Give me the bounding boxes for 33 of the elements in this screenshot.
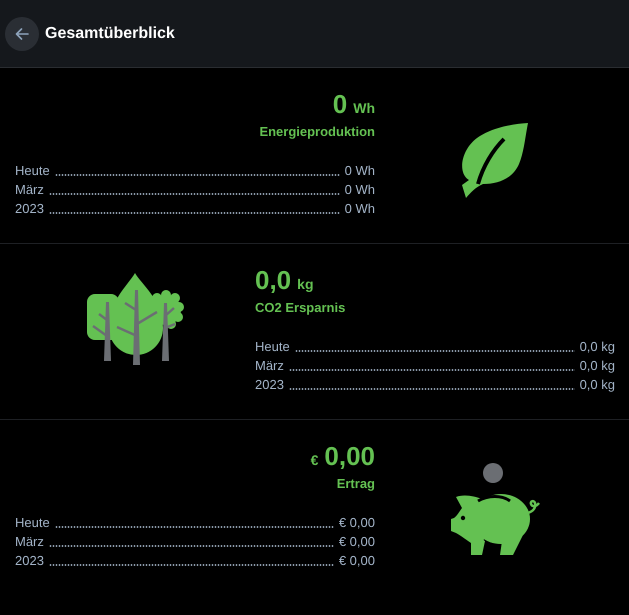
headline-unit: kg	[297, 275, 314, 294]
metric-label: Energieproduktion	[259, 123, 375, 141]
back-arrow-icon	[15, 28, 29, 40]
period-value: 0 Wh	[344, 162, 375, 180]
period-value: 0,0 kg	[580, 357, 615, 375]
period-label: Heute	[15, 514, 50, 532]
leaf-icon	[461, 122, 529, 199]
metric-label: CO2 Ersparnis	[255, 299, 346, 317]
period-value: € 0,00	[338, 533, 375, 551]
headline-value: 0,0	[255, 264, 292, 296]
headline-value: 0	[332, 88, 348, 120]
metric-label: Ertrag	[336, 475, 375, 493]
period-label: März	[255, 357, 284, 375]
headline-value: 0,00	[324, 440, 375, 472]
trees-icon	[86, 272, 184, 366]
period-label: 2023	[15, 200, 44, 218]
period-value: € 0,00	[338, 552, 375, 570]
period-value: 0,0 kg	[580, 376, 615, 394]
period-label: Heute	[15, 162, 50, 180]
headline-unit: Wh	[353, 99, 375, 118]
period-label: Heute	[255, 338, 290, 356]
page-title: Gesamtüberblick	[45, 24, 175, 42]
period-value: 0 Wh	[344, 200, 375, 218]
piggy-bank-icon	[450, 463, 540, 556]
period-label: 2023	[15, 552, 44, 570]
headline-unit: €	[310, 451, 318, 470]
period-value: 0,0 kg	[580, 338, 615, 356]
period-label: März	[15, 533, 44, 551]
period-label: März	[15, 181, 44, 199]
period-label: 2023	[255, 376, 284, 394]
period-value: 0 Wh	[344, 181, 375, 199]
period-value: € 0,00	[338, 514, 375, 532]
back-button[interactable]	[5, 16, 39, 50]
